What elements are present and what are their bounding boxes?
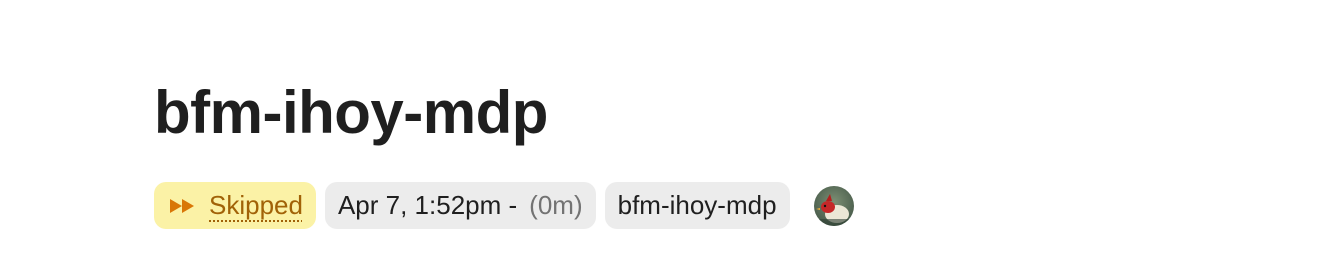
run-meta-row: Skipped Apr 7, 1:52pm - (0m) bfm-ihoy-md… (154, 182, 854, 229)
status-badge[interactable]: Skipped (154, 182, 316, 229)
time-badge[interactable]: Apr 7, 1:52pm - (0m) (324, 182, 596, 229)
fast-forward-icon (169, 197, 197, 215)
start-time-label: Apr 7, 1:52pm - (337, 190, 518, 220)
status-label: Skipped (209, 190, 303, 220)
user-avatar-icon (813, 185, 854, 226)
name-badge[interactable]: bfm-ihoy-mdp (604, 182, 790, 229)
avatar[interactable] (813, 185, 854, 226)
duration-label: (0m) (529, 190, 583, 220)
page-title: bfm-ihoy-mdp (154, 79, 548, 146)
